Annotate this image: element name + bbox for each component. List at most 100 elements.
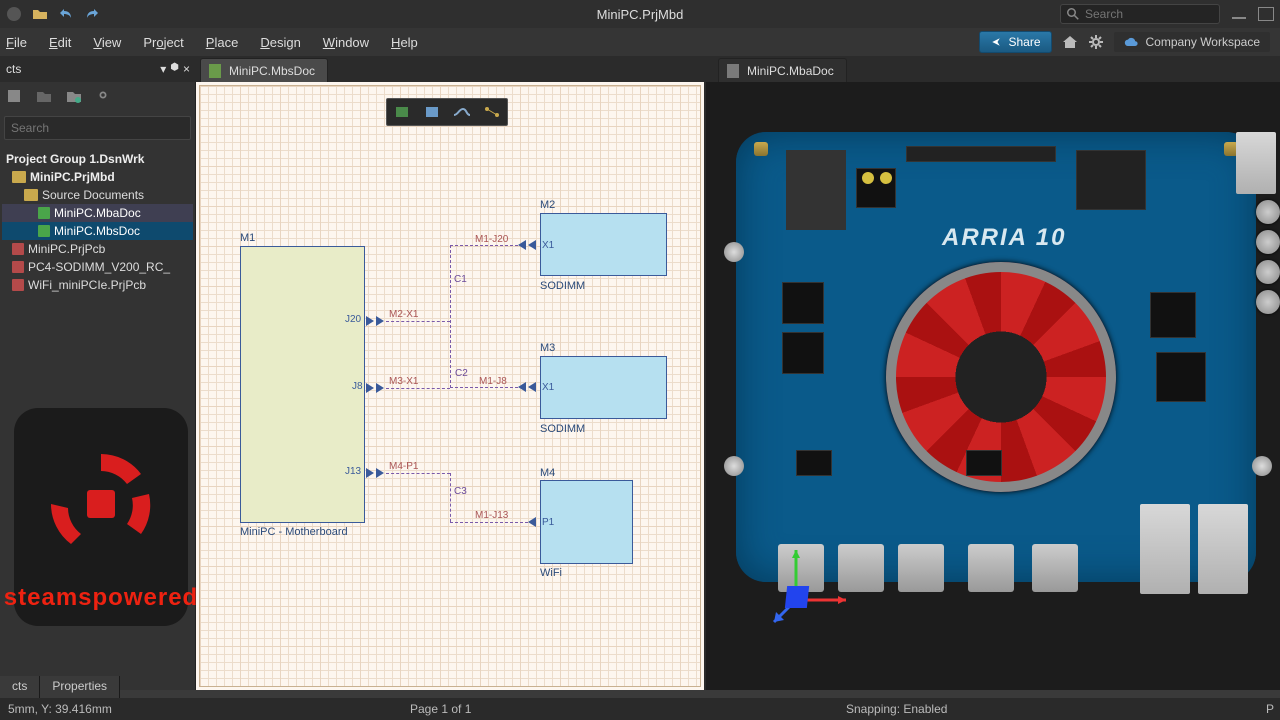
wire	[386, 388, 450, 389]
port-arrow	[366, 383, 386, 393]
doc-icon	[12, 243, 24, 255]
menu-place[interactable]: Place	[196, 31, 249, 54]
pcb-board: ARRIA 10	[736, 132, 1256, 582]
mounting-hole	[754, 142, 768, 156]
axis-gizmo[interactable]	[766, 540, 856, 630]
menu-help[interactable]: Help	[381, 31, 428, 54]
wire-c1: C1	[454, 274, 467, 285]
port-j13-label: J13	[345, 466, 361, 477]
wire-m3x1: M3-X1	[389, 376, 418, 387]
bottom-tab-cts[interactable]: cts	[0, 676, 40, 698]
tool-wire-icon[interactable]	[449, 101, 475, 123]
usb-port	[1032, 544, 1078, 592]
block-m3[interactable]	[540, 356, 667, 419]
chevron-down-icon[interactable]: ▾	[160, 62, 166, 76]
tree-prjpcb[interactable]: MiniPC.PrjPcb	[2, 240, 193, 258]
status-bar: 5mm, Y: 39.416mm Page 1 of 1 Snapping: E…	[0, 698, 1280, 720]
maximize-button[interactable]	[1258, 7, 1274, 21]
cloud-icon	[1124, 36, 1140, 48]
app-logo-icon	[6, 6, 22, 22]
block-m4-id: M4	[540, 467, 555, 479]
share-button[interactable]: Share	[979, 31, 1051, 53]
wire	[450, 245, 451, 388]
tree-sodimm[interactable]: PC4-SODIMM_V200_RC_	[2, 258, 193, 276]
global-search-input[interactable]	[1085, 7, 1205, 21]
wire-m1j8: M1-J8	[479, 376, 507, 387]
menu-view[interactable]: View	[83, 31, 131, 54]
tool-net-icon[interactable]	[479, 101, 505, 123]
port-arrow	[518, 382, 538, 392]
capacitor	[1256, 230, 1280, 254]
schematic-canvas[interactable]: M1 MiniPC - Motherboard J20 J8 J13 M2 SO…	[196, 82, 706, 690]
minimize-button[interactable]	[1232, 17, 1246, 19]
port-arrow	[528, 517, 548, 527]
3d-view[interactable]: ARRIA 10	[706, 82, 1280, 690]
tab-mbsdoc[interactable]: MiniPC.MbsDoc	[200, 58, 328, 82]
block-m1-id: M1	[240, 232, 255, 244]
tool-icon[interactable]	[36, 88, 54, 106]
tree-doc-mbadoc[interactable]: MiniPC.MbaDoc	[2, 204, 193, 222]
close-icon[interactable]: ×	[183, 62, 190, 76]
projects-panel-header: cts ▾ ⬢ ×	[0, 56, 196, 82]
folder-icon	[12, 171, 26, 183]
undo-icon[interactable]	[58, 6, 74, 22]
chip	[966, 450, 1002, 476]
menu-window[interactable]: Window	[313, 31, 379, 54]
block-m2[interactable]	[540, 213, 667, 276]
wire	[450, 245, 518, 246]
block-m1[interactable]	[240, 246, 365, 523]
chip	[796, 450, 832, 476]
menu-project[interactable]: Project	[133, 31, 193, 54]
tool-icon[interactable]	[6, 88, 24, 106]
menu-file[interactable]: File	[4, 31, 37, 54]
status-snap: Snapping: Enabled	[846, 702, 947, 716]
wire-m1j20: M1-J20	[475, 234, 508, 245]
pin-icon[interactable]: ⬢	[170, 62, 179, 76]
block-m2-name: SODIMM	[540, 280, 585, 292]
projects-search[interactable]	[4, 116, 191, 140]
tree-doc-mbsdoc[interactable]: MiniPC.MbsDoc	[2, 222, 193, 240]
port-arrow	[518, 240, 538, 250]
wire-m4p1: M4-P1	[389, 461, 418, 472]
projects-search-input[interactable]	[4, 116, 191, 140]
tree-wifi[interactable]: WiFi_miniPCIe.PrjPcb	[2, 276, 193, 294]
port-j20-label: J20	[345, 314, 361, 325]
wire	[386, 473, 450, 474]
tree-project[interactable]: MiniPC.PrjMbd	[2, 168, 193, 186]
tool-block-icon[interactable]	[419, 101, 445, 123]
doc-icon	[12, 279, 24, 291]
share-label: Share	[1008, 35, 1040, 49]
tree-group[interactable]: Project Group 1.DsnWrk	[2, 150, 193, 168]
gear-icon[interactable]	[96, 88, 114, 106]
bottom-tab-properties[interactable]: Properties	[40, 676, 120, 698]
connector	[1198, 504, 1248, 594]
projects-label: cts	[6, 62, 21, 76]
standoff	[1252, 456, 1272, 476]
tool-chip-icon[interactable]	[389, 101, 415, 123]
workspace-button[interactable]: Company Workspace	[1114, 32, 1271, 52]
chip	[1156, 352, 1206, 402]
wire-m1j13: M1-J13	[475, 510, 508, 521]
capacitor	[1256, 260, 1280, 284]
redo-icon[interactable]	[84, 6, 100, 22]
status-panel[interactable]: P	[1266, 702, 1274, 716]
menu-design[interactable]: Design	[250, 31, 310, 54]
title-bar: MiniPC.PrjMbd	[0, 0, 1280, 28]
menu-edit[interactable]: Edit	[39, 31, 81, 54]
capacitor	[1256, 200, 1280, 224]
doc-icon	[38, 207, 50, 219]
wire	[386, 321, 450, 322]
wire-m2x1: M2-X1	[389, 309, 418, 320]
tool-icon[interactable]	[66, 88, 84, 106]
tab-mbadoc[interactable]: MiniPC.MbaDoc	[718, 58, 847, 82]
share-icon	[990, 36, 1002, 48]
pcb-silkscreen-label: ARRIA 10	[942, 224, 1066, 252]
tree-folder[interactable]: Source Documents	[2, 186, 193, 204]
home-icon[interactable]	[1062, 34, 1078, 50]
global-search[interactable]	[1060, 4, 1220, 24]
wire-c3: C3	[454, 486, 467, 497]
status-coords: 5mm, Y: 39.416mm	[8, 702, 112, 716]
gear-icon[interactable]	[1088, 34, 1104, 50]
open-folder-icon[interactable]	[32, 6, 48, 22]
project-tree: Project Group 1.DsnWrk MiniPC.PrjMbd Sou…	[0, 144, 195, 300]
